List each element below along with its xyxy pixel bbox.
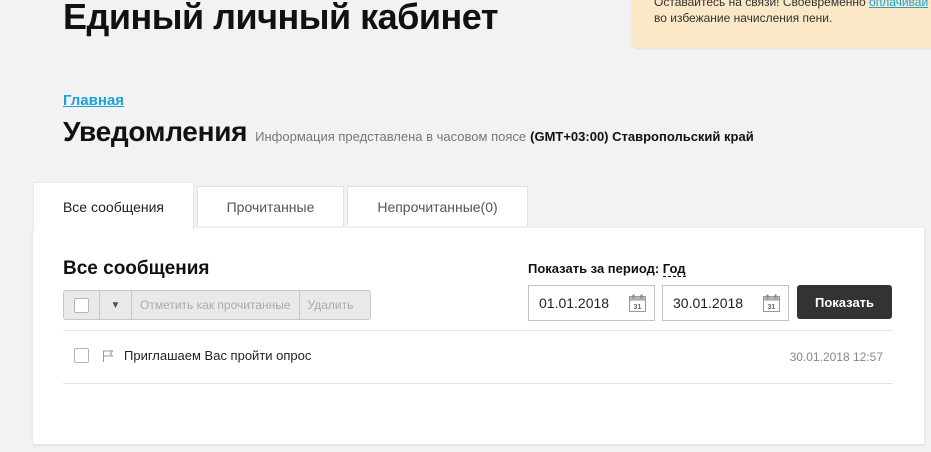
- breadcrumb-home-link[interactable]: Главная: [63, 92, 124, 109]
- select-dropdown-button[interactable]: ▼: [100, 291, 132, 319]
- message-date: 30.01.2018 12:57: [789, 350, 883, 364]
- messages-panel: Все сообщения ▼ Отметить как прочитанные…: [33, 228, 924, 444]
- delete-button[interactable]: Удалить: [300, 291, 362, 319]
- tab-all-messages[interactable]: Все сообщения: [33, 182, 194, 230]
- bulk-actions-toolbar: ▼ Отметить как прочитанные Удалить: [63, 290, 371, 320]
- calendar-icon[interactable]: 31: [763, 294, 780, 312]
- checkbox-box: [74, 297, 89, 313]
- panel-title: Все сообщения: [63, 258, 210, 279]
- chevron-down-icon: ▼: [110, 299, 121, 311]
- message-checkbox[interactable]: [74, 348, 89, 363]
- tab-unread[interactable]: Непрочитанные(0): [347, 186, 528, 226]
- notice-text: Оставайтесь на связи! Своевременно: [654, 0, 870, 9]
- period-dropdown[interactable]: Год: [662, 261, 686, 277]
- calendar-icon[interactable]: 31: [629, 294, 646, 312]
- date-to-field[interactable]: 30.01.2018 31: [662, 285, 789, 321]
- calendar-day-label: 31: [634, 304, 642, 311]
- list-item[interactable]: Приглашаем Вас пройти опрос 30.01.2018 1…: [63, 331, 893, 383]
- section-header: Уведомления Информация представлена в ча…: [63, 116, 754, 148]
- notice-pay-link[interactable]: оплачивай: [869, 0, 928, 9]
- mark-read-button[interactable]: Отметить как прочитанные: [132, 291, 300, 319]
- select-all-checkbox[interactable]: [64, 291, 100, 319]
- tab-read[interactable]: Прочитанные: [197, 186, 344, 226]
- period-label: Показать за период:: [528, 261, 660, 276]
- show-button[interactable]: Показать: [797, 285, 892, 319]
- message-text[interactable]: Приглашаем Вас пройти опрос: [124, 348, 311, 363]
- divider: [63, 383, 893, 384]
- period-selector: Показать за период: Год: [528, 261, 686, 277]
- flag-icon[interactable]: [102, 350, 114, 362]
- notice-line-2: во избежание начисления пени.: [654, 11, 833, 25]
- date-from-field[interactable]: 01.01.2018 31: [528, 285, 655, 321]
- payment-notice: Оставайтесь на связи! Своевременно оплач…: [632, 0, 931, 48]
- notice-line-1: Оставайтесь на связи! Своевременно оплач…: [654, 0, 931, 10]
- date-from-value: 01.01.2018: [539, 295, 610, 311]
- page-title: Единый личный кабинет: [63, 0, 498, 37]
- date-to-value: 30.01.2018: [673, 295, 744, 311]
- timezone-value: (GMT+03:00) Ставропольский край: [530, 129, 754, 144]
- section-title: Уведомления: [63, 116, 248, 147]
- calendar-day-label: 31: [768, 304, 776, 311]
- timezone-info: Информация представлена в часовом поясе: [255, 129, 527, 144]
